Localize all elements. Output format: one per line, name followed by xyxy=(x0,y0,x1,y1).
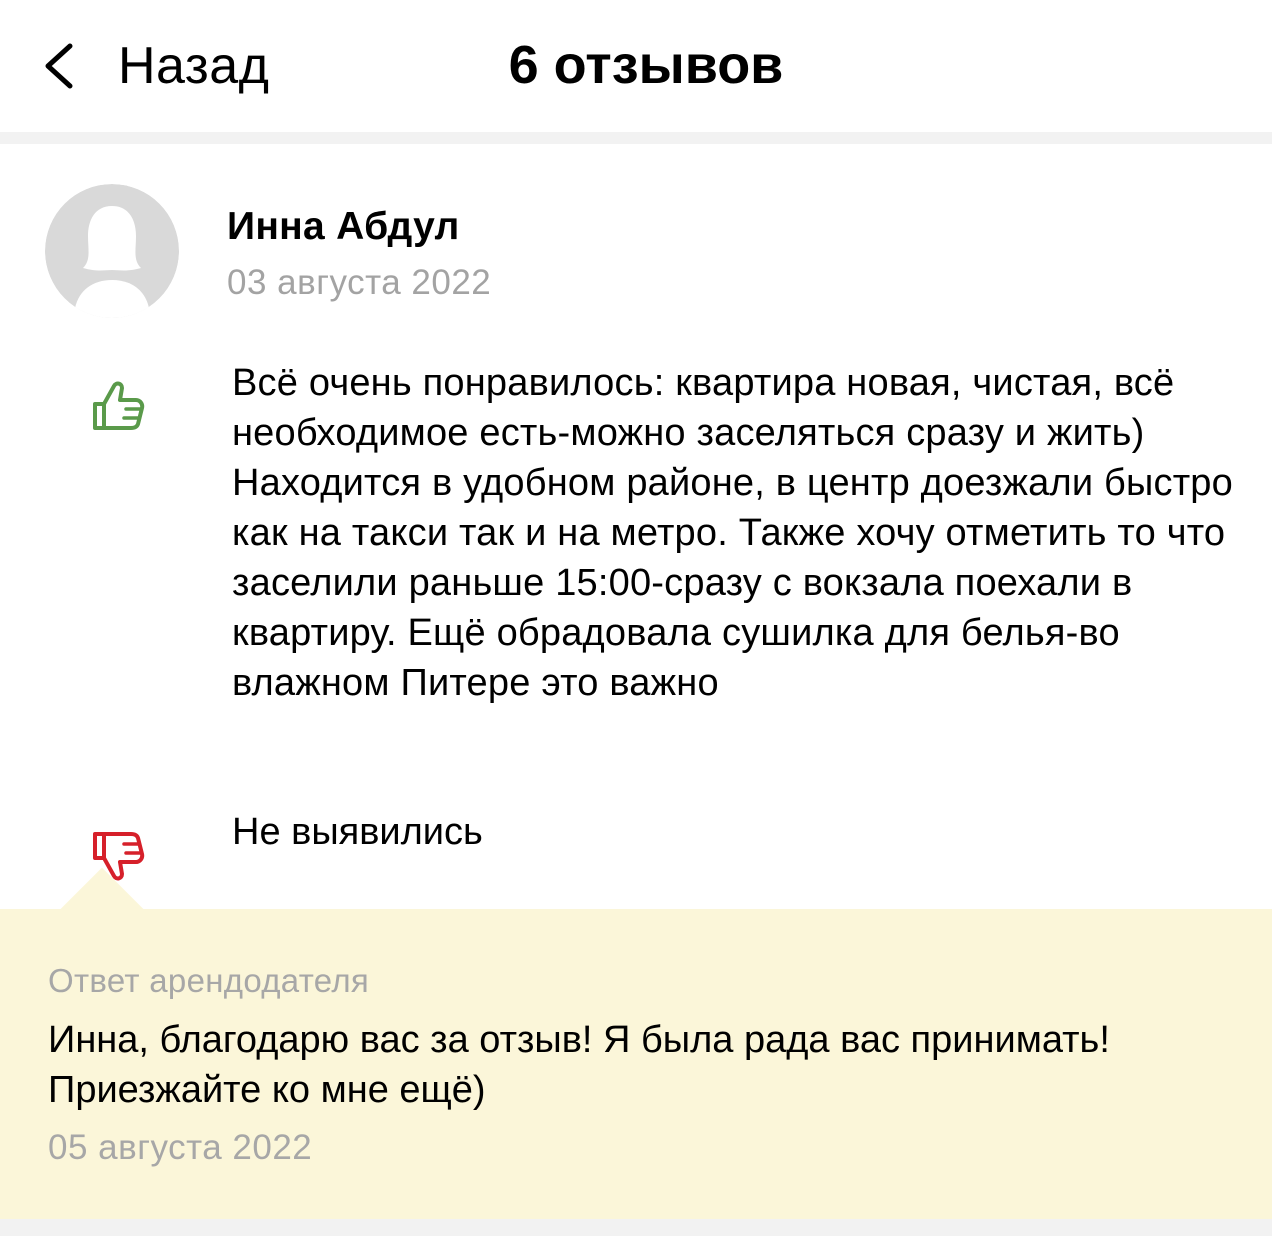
page-title: 6 отзывов xyxy=(508,35,784,95)
thumbs-up-icon xyxy=(93,381,145,430)
top-bar: Назад 6 отзывов xyxy=(0,0,1272,132)
review-cons-text: Не выявились xyxy=(232,811,483,853)
reply-text: Инна, благодарю вас за отзыв! Я была рад… xyxy=(48,1019,1110,1111)
reply-label: Ответ арендодателя xyxy=(48,962,370,999)
reply-date: 05 августа 2022 xyxy=(48,1128,313,1167)
user-placeholder-icon xyxy=(45,184,179,318)
header-divider xyxy=(0,132,1272,144)
avatar xyxy=(45,184,179,318)
footer-divider xyxy=(0,1219,1272,1236)
review-date: 03 августа 2022 xyxy=(227,263,492,302)
review-pros-text: Всё очень понравилось: квартира новая, ч… xyxy=(232,362,1233,704)
author-name: Инна Абдул xyxy=(227,205,460,248)
